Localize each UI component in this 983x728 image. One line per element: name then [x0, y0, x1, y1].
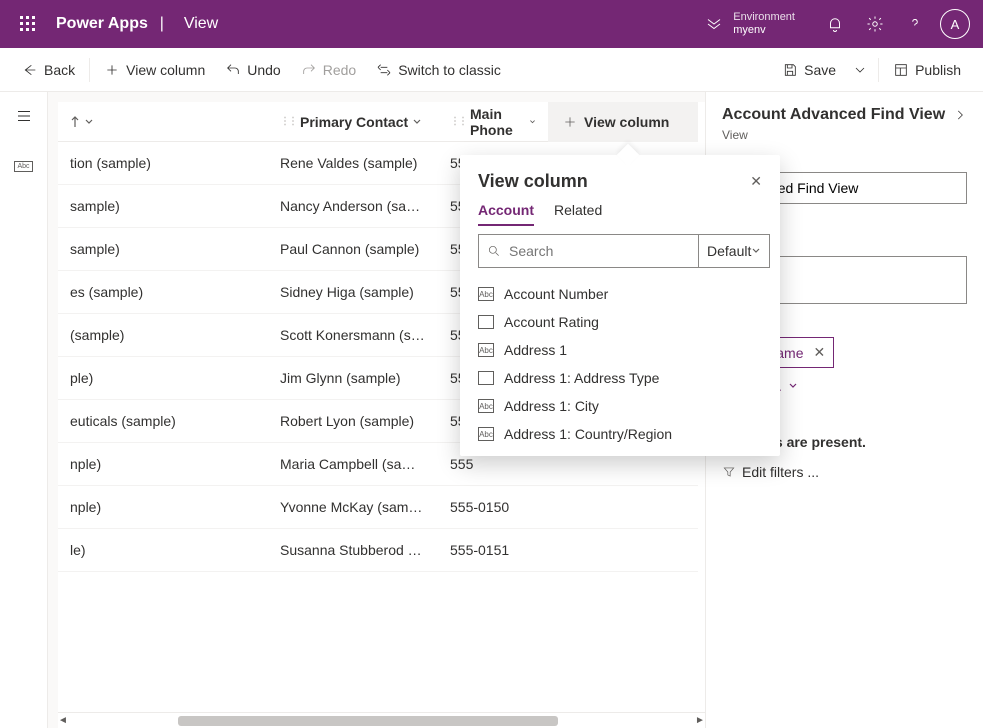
cell-account: es (sample) [58, 284, 268, 300]
cell-contact: Robert Lyon (sample) [268, 413, 438, 429]
column-header-account[interactable] [58, 116, 268, 128]
save-dropdown[interactable] [846, 54, 874, 86]
notification-icon[interactable] [815, 0, 855, 48]
cell-contact: Sidney Higa (sample) [268, 284, 438, 300]
cell-phone: 555-0150 [438, 499, 548, 515]
panel-subtitle: View [722, 128, 967, 142]
view-column-popover: View column ✕ Account Related Default Ab… [460, 155, 780, 456]
field-type-icon [478, 371, 494, 385]
cell-phone: 555-0151 [438, 542, 548, 558]
cell-contact: Scott Konersmann (sample) [268, 327, 438, 343]
undo-button[interactable]: Undo [215, 54, 290, 86]
cell-account: sample) [58, 241, 268, 257]
add-column-button[interactable]: View column [548, 102, 698, 142]
column-option-label: Account Rating [504, 314, 599, 330]
edit-filters-link[interactable]: Edit filters ... [722, 464, 819, 480]
help-icon[interactable] [895, 0, 935, 48]
cell-phone: 555 [438, 456, 548, 472]
remove-sort-icon[interactable]: ✕ [813, 344, 825, 361]
cell-contact: Nancy Anderson (sample) [268, 198, 438, 214]
grid-header: ⋮⋮ Primary Contact ⋮⋮ Main Phone View co… [58, 102, 698, 142]
column-option-label: Account Number [504, 286, 608, 302]
save-button[interactable]: Save [772, 54, 846, 86]
command-bar: Back View column Undo Redo Switch to cla… [0, 48, 983, 92]
field-type-icon: Abc [478, 343, 494, 357]
cell-account: euticals (sample) [58, 413, 268, 429]
column-header-primary-contact[interactable]: ⋮⋮ Primary Contact [268, 114, 438, 130]
tab-account[interactable]: Account [478, 202, 534, 226]
cell-account: (sample) [58, 327, 268, 343]
top-bar: Power Apps | View Environment myenv A [0, 0, 983, 48]
left-rail: Abc [0, 92, 48, 728]
back-button[interactable]: Back [12, 54, 85, 86]
cell-account: le) [58, 542, 268, 558]
column-header-main-phone[interactable]: ⋮⋮ Main Phone [438, 106, 548, 138]
column-option-label: Address 1: City [504, 398, 599, 414]
settings-icon[interactable] [855, 0, 895, 48]
switch-classic-button[interactable]: Switch to classic [366, 54, 511, 86]
table-row[interactable]: le)Susanna Stubberod (samp...555-0151 [58, 529, 698, 572]
chevron-right-icon[interactable] [953, 108, 967, 122]
fields-icon[interactable]: Abc [8, 150, 40, 182]
cell-account: tion (sample) [58, 155, 268, 171]
column-option[interactable]: Abc Address 1: Country/Region [460, 420, 780, 448]
field-type-icon: Abc [478, 427, 494, 441]
avatar[interactable]: A [935, 0, 975, 48]
sort-dropdown[interactable]: Default [698, 234, 770, 268]
cell-contact: Rene Valdes (sample) [268, 155, 438, 171]
cell-contact: Yvonne McKay (sample) [268, 499, 438, 515]
field-type-icon: Abc [478, 287, 494, 301]
cell-account: nple) [58, 456, 268, 472]
cell-contact: Susanna Stubberod (samp... [268, 542, 438, 558]
panel-title: Account Advanced Find View [722, 106, 945, 124]
close-icon[interactable]: ✕ [750, 173, 762, 190]
column-option[interactable]: Account Rating [460, 308, 780, 336]
cell-contact: Paul Cannon (sample) [268, 241, 438, 257]
brand-title: Power Apps | View [48, 15, 218, 33]
cell-account: sample) [58, 198, 268, 214]
column-option[interactable]: Abc Address 1: City [460, 392, 780, 420]
search-input[interactable] [509, 243, 690, 259]
cell-contact: Jim Glynn (sample) [268, 370, 438, 386]
cell-account: ple) [58, 370, 268, 386]
table-row[interactable]: nple)Yvonne McKay (sample)555-0150 [58, 486, 698, 529]
cell-contact: Maria Campbell (sample) [268, 456, 438, 472]
cell-account: nple) [58, 499, 268, 515]
column-option[interactable]: Address 1: Address Type [460, 364, 780, 392]
field-type-icon: Abc [478, 399, 494, 413]
view-column-button[interactable]: View column [94, 54, 215, 86]
redo-button: Redo [291, 54, 366, 86]
column-option-label: Address 1: Address Type [504, 370, 659, 386]
search-icon [487, 244, 501, 258]
waffle-icon[interactable] [8, 0, 48, 48]
horizontal-scrollbar[interactable]: ◄ ► [58, 712, 705, 728]
column-option[interactable]: Abc Account Number [460, 280, 780, 308]
publish-button[interactable]: Publish [883, 54, 971, 86]
column-option[interactable]: Abc Address 1 [460, 336, 780, 364]
search-input-wrapper[interactable] [478, 234, 698, 268]
hamburger-icon[interactable] [8, 100, 40, 132]
column-option-label: Address 1 [504, 342, 567, 358]
popover-title: View column [478, 171, 588, 192]
field-type-icon [478, 315, 494, 329]
environment-picker[interactable]: Environment myenv [705, 11, 795, 37]
tab-related[interactable]: Related [554, 202, 602, 226]
column-option-label: Address 1: Country/Region [504, 426, 672, 442]
